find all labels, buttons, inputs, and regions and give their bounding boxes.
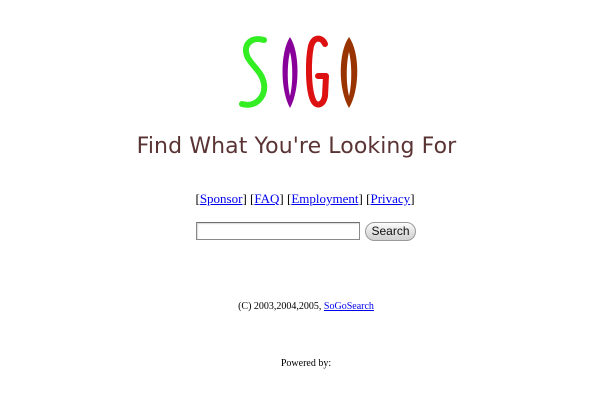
faq-link[interactable]: FAQ [254,191,279,206]
page: Find What You're Looking For [Sponsor] [… [0,0,593,403]
nav-links: [Sponsor] [FAQ] [Employment] [Privacy] [195,191,415,206]
powered-by-text: Powered by: [280,358,332,369]
logo-letter-s [239,36,268,108]
employment-link[interactable]: Employment [291,191,358,206]
sogosearch-link[interactable]: SoGoSearch [324,301,374,312]
sogo-logo [239,35,358,108]
tagline: Find What You're Looking For [136,134,457,159]
copyright-text: (C) 2003,2004,2005, SoGoSearch [238,301,374,312]
privacy-link[interactable]: Privacy [370,191,410,206]
logo-letter-g [305,35,329,108]
search-input[interactable] [196,222,360,240]
sponsor-link[interactable]: Sponsor [200,191,243,206]
search-button[interactable]: Search [365,222,416,241]
